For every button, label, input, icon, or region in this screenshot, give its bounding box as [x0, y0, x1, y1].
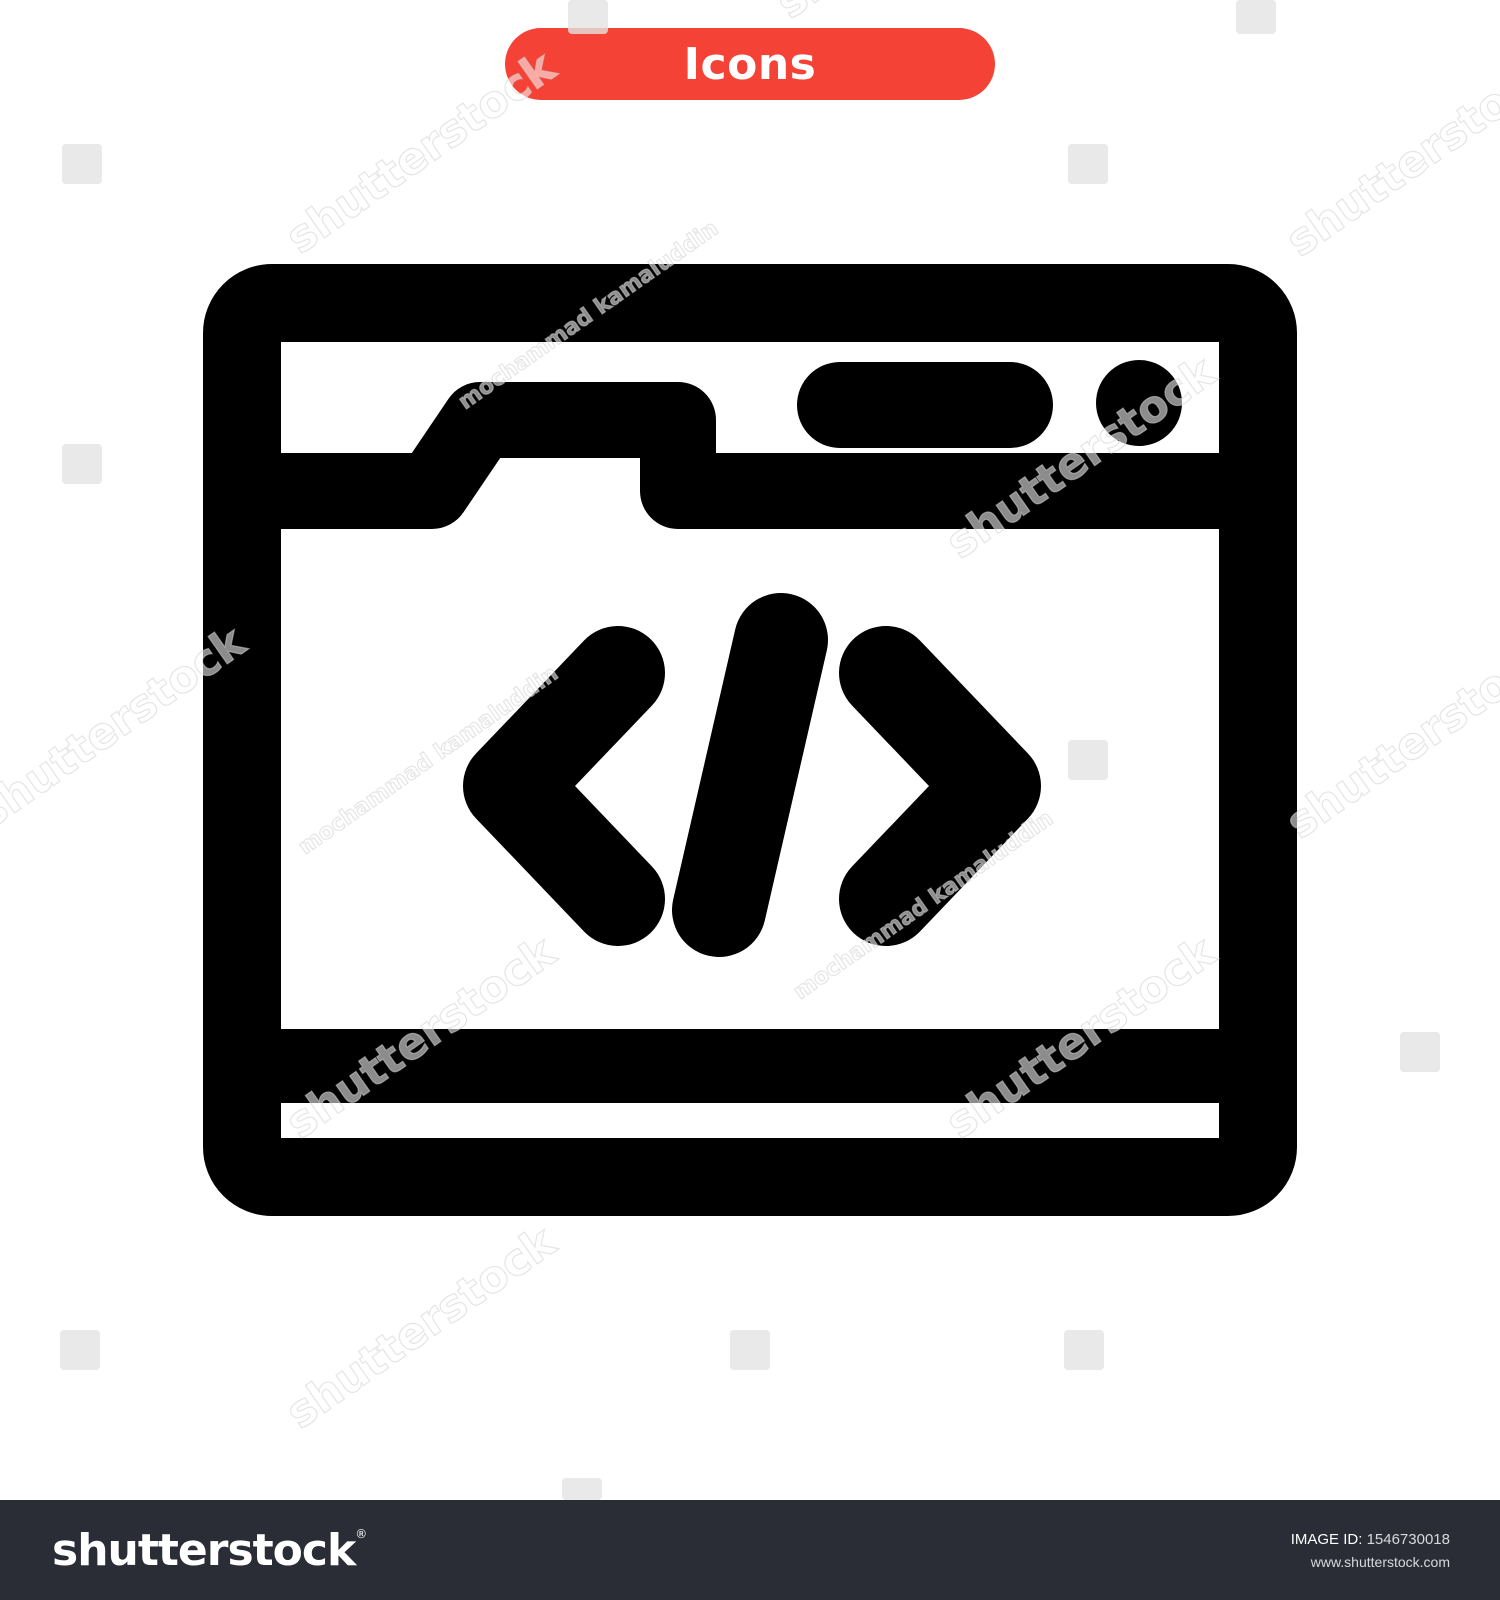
right-angle-bracket [839, 626, 1041, 946]
window-dot [1096, 360, 1182, 446]
site-url[interactable]: www.shutterstock.com [1311, 1554, 1450, 1570]
image-id: IMAGE ID: 1546730018 [1291, 1531, 1450, 1548]
address-bar-shape [797, 362, 1053, 448]
registered-mark: ® [355, 1526, 368, 1541]
status-bar-shape [280, 1029, 1220, 1103]
code-slash [672, 593, 828, 957]
image-id-label: IMAGE ID: [1290, 1530, 1363, 1548]
image-meta: IMAGE ID: 1546730018 www.shutterstock.co… [1291, 1531, 1450, 1570]
stock-image-canvas: Icons shutterstock shutterstock shutters… [0, 0, 1500, 1600]
footer-bar: shutterstock ® IMAGE ID: 1546730018 www.… [0, 1500, 1500, 1600]
browser-tab-bar [280, 382, 1220, 529]
web-code-browser-icon [203, 264, 1297, 1216]
code-brackets-icon [463, 593, 1041, 957]
logo-text: shutterstock [52, 1524, 356, 1576]
left-angle-bracket [463, 626, 665, 946]
image-id-value: 1546730018 [1366, 1530, 1450, 1548]
shutterstock-logo[interactable]: shutterstock ® [52, 1524, 367, 1576]
